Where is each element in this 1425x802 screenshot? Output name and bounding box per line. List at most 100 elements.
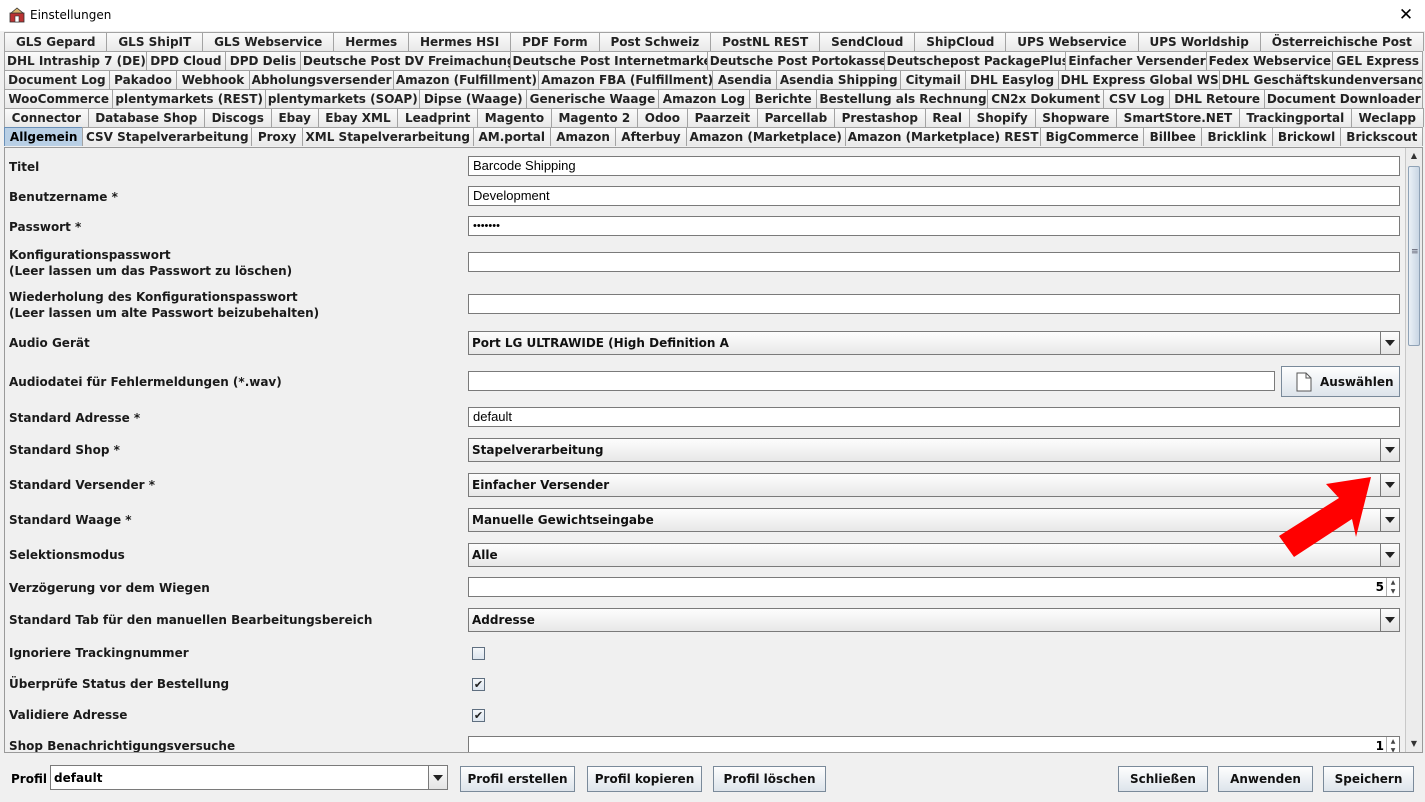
tab-amazon-fulfillment[interactable]: Amazon (Fulfillment) [392,70,540,89]
tab-woocommerce[interactable]: WooCommerce [4,89,114,108]
tab-plentymarkets-soap[interactable]: plentymarkets (SOAP) [264,89,421,108]
tab-magento-2[interactable]: Magento 2 [550,108,638,127]
tab-csv-log[interactable]: CSV Log [1103,89,1171,108]
tab-gls-webservice[interactable]: GLS Webservice [202,32,335,51]
spinner-up-icon[interactable]: ▲ [1387,578,1399,587]
chevron-down-icon[interactable] [1380,439,1399,461]
tab-afterbuy[interactable]: Afterbuy [615,127,687,146]
tab-dpd-delis[interactable]: DPD Delis [225,51,301,70]
tab-fedex-webservice[interactable]: Fedex Webservice [1205,51,1334,70]
tab-ups-worldship[interactable]: UPS Worldship [1137,32,1261,51]
tab-leadprint[interactable]: Leadprint [397,108,479,127]
standard-tab-select[interactable]: Addresse [468,608,1400,632]
standard-shop-select[interactable]: Stapelverarbeitung [468,438,1400,462]
tab-proxy[interactable]: Proxy [251,127,303,146]
tab-deutsche-post-dv-freimachung[interactable]: Deutsche Post DV Freimachung [299,51,511,70]
tab-citymail[interactable]: Citymail [900,70,967,89]
spinner-up-icon[interactable]: ▲ [1387,737,1399,746]
tab-dhl-retoure[interactable]: DHL Retoure [1169,89,1265,108]
ignoriere-tracking-checkbox[interactable] [472,647,485,660]
standard-adresse-input[interactable]: default [468,407,1400,427]
tab-bricklink[interactable]: Bricklink [1201,127,1273,146]
scroll-down-icon[interactable]: ▼ [1406,736,1422,752]
selektionsmodus-select[interactable]: Alle [468,543,1400,567]
tab-document-downloader[interactable]: Document Downloader [1263,89,1424,108]
tab-xml-stapelverarbeitung[interactable]: XML Stapelverarbeitung [302,127,474,146]
tab-dhl-easylog[interactable]: DHL Easylog [965,70,1059,89]
tab-asendia-shipping[interactable]: Asendia Shipping [776,70,902,89]
spinner-arrows[interactable]: ▲ ▼ [1386,578,1399,596]
profil-select[interactable]: default [50,765,448,790]
tab-allgemein[interactable]: Allgemein [4,127,84,146]
tab-database-shop[interactable]: Database Shop [87,108,205,127]
passwort-input[interactable]: ••••••• [468,216,1400,236]
tab-brickowl[interactable]: Brickowl [1271,127,1342,146]
audiodatei-input[interactable] [468,371,1275,391]
benutzername-input[interactable]: Development [468,186,1400,206]
tab-parcellab[interactable]: Parcellab [756,108,835,127]
tab-post-schweiz[interactable]: Post Schweiz [598,32,712,51]
auswaehlen-button[interactable]: Auswählen [1281,366,1400,397]
tab-pdf-form[interactable]: PDF Form [510,32,600,51]
tab-österreichische-post[interactable]: Österreichische Post [1259,32,1424,51]
tab-sendcloud[interactable]: SendCloud [819,32,916,51]
tab-ebay[interactable]: Ebay [270,108,319,127]
tab-csv-stapelverarbeitung[interactable]: CSV Stapelverarbeitung [82,127,253,146]
tab-odoo[interactable]: Odoo [636,108,688,127]
tab-amazon-log[interactable]: Amazon Log [657,89,751,108]
tab-dipse-waage[interactable]: Dipse (Waage) [419,89,528,108]
spinner-down-icon[interactable]: ▼ [1387,746,1399,752]
tab-bigcommerce[interactable]: BigCommerce [1040,127,1145,146]
tab-amazon[interactable]: Amazon [549,127,617,146]
validiere-adresse-checkbox[interactable]: ✔ [472,709,485,722]
tab-real[interactable]: Real [924,108,970,127]
tab-am-portal[interactable]: AM.portal [472,127,551,146]
tab-abholungsversender[interactable]: Abholungsversender [248,70,394,89]
profil-erstellen-button[interactable]: Profil erstellen [460,766,575,792]
tab-hermes-hsi[interactable]: Hermes HSI [408,32,512,51]
tab-ups-webservice[interactable]: UPS Webservice [1005,32,1139,51]
konfigpasswort-input[interactable] [468,252,1400,272]
tab-shipcloud[interactable]: ShipCloud [914,32,1007,51]
tab-discogs[interactable]: Discogs [203,108,272,127]
tab-amazon-marketplace[interactable]: Amazon (Marketplace) [685,127,846,146]
tab-brickscout[interactable]: Brickscout [1340,127,1424,146]
tab-plentymarkets-rest[interactable]: plentymarkets (REST) [112,89,266,108]
spinner-arrows[interactable]: ▲ ▼ [1386,737,1399,752]
spinner-down-icon[interactable]: ▼ [1387,587,1399,596]
shop-benachrichtigung-spinner[interactable]: 1 ▲ ▼ [468,736,1400,752]
tab-prestashop[interactable]: Prestashop [833,108,926,127]
tab-dhl-geschäftskundenversand[interactable]: DHL Geschäftskundenversand [1218,70,1424,89]
tab-connector[interactable]: Connector [4,108,89,127]
tab-pakadoo[interactable]: Pakadoo [108,70,178,89]
vertical-scrollbar[interactable]: ▲ ▼ [1405,148,1422,752]
tab-gls-gepard[interactable]: GLS Gepard [4,32,108,51]
anwenden-button[interactable]: Anwenden [1218,766,1313,792]
tab-dpd-cloud[interactable]: DPD Cloud [145,51,227,70]
tab-shopware[interactable]: Shopware [1034,108,1118,127]
tab-dhl-express-global-ws[interactable]: DHL Express Global WS [1057,70,1220,89]
tab-deutschepost-packageplus[interactable]: Deutschepost PackagePlus [883,51,1067,70]
schliessen-button[interactable]: Schließen [1118,766,1208,792]
tab-amazon-marketplace-rest[interactable]: Amazon (Marketplace) REST [844,127,1042,146]
tab-cn2x-dokument[interactable]: CN2x Dokument [987,89,1105,108]
tab-einfacher-versender[interactable]: Einfacher Versender [1065,51,1207,70]
chevron-down-icon[interactable] [428,766,447,789]
tab-gel-express[interactable]: GEL Express [1332,51,1424,70]
tab-deutsche-post-internetmarke[interactable]: Deutsche Post Internetmarke [509,51,708,70]
scroll-thumb[interactable] [1408,166,1420,346]
tab-postnl-rest[interactable]: PostNL REST [710,32,821,51]
speichern-button[interactable]: Speichern [1323,766,1414,792]
tab-document-log[interactable]: Document Log [4,70,110,89]
tab-asendia[interactable]: Asendia [712,70,778,89]
tab-amazon-fba-fulfillment[interactable]: Amazon FBA (Fulfillment) [538,70,714,89]
tab-bestellung-als-rechnung[interactable]: Bestellung als Rechnung [816,89,989,108]
tab-smartstore-net[interactable]: SmartStore.NET [1116,108,1240,127]
tab-dhl-intraship-7-de[interactable]: DHL Intraship 7 (DE) [4,51,147,70]
standard-versender-select[interactable]: Einfacher Versender [468,473,1400,497]
tab-ebay-xml[interactable]: Ebay XML [317,108,399,127]
scroll-up-icon[interactable]: ▲ [1406,148,1422,164]
profil-loeschen-button[interactable]: Profil löschen [713,766,826,792]
tab-generische-waage[interactable]: Generische Waage [526,89,659,108]
tab-hermes[interactable]: Hermes [333,32,410,51]
